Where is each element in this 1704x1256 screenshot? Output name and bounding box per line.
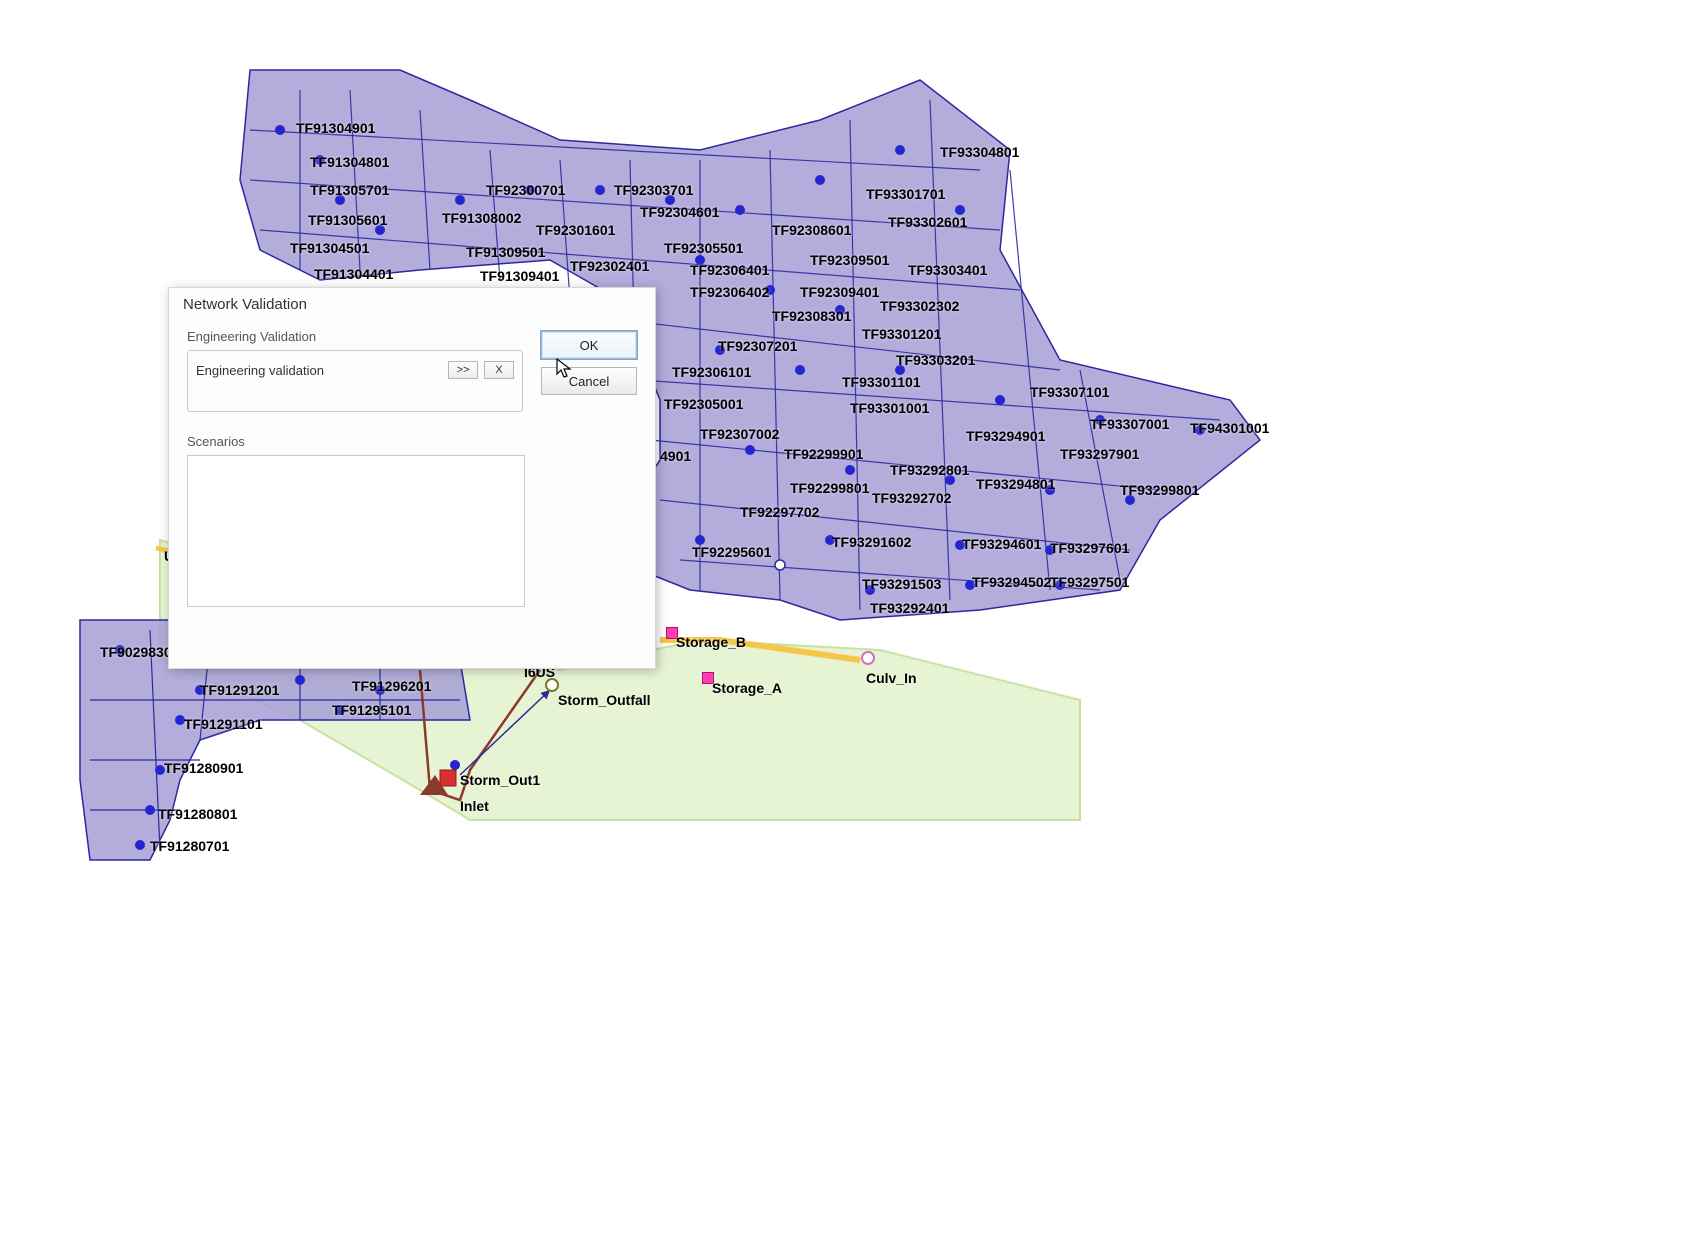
ok-button[interactable]: OK <box>541 331 637 359</box>
open-node <box>775 560 785 570</box>
storage-b-node <box>666 627 678 639</box>
engineering-validation-label: Engineering Validation <box>187 329 523 344</box>
scenarios-listbox[interactable] <box>187 455 525 607</box>
outfall-node <box>546 679 558 691</box>
culv-in-node <box>862 652 874 664</box>
cancel-button[interactable]: Cancel <box>541 367 637 395</box>
expand-button[interactable]: >> <box>448 361 478 379</box>
dialog-title: Network Validation <box>169 288 655 319</box>
scenarios-label: Scenarios <box>187 434 523 449</box>
network-validation-dialog: Network Validation Engineering Validatio… <box>168 287 656 669</box>
clear-button[interactable]: X <box>484 361 514 379</box>
engineering-validation-box: Engineering validation >> X <box>187 350 523 412</box>
storage-a-node <box>702 672 714 684</box>
engineering-validation-field[interactable]: Engineering validation <box>196 363 442 378</box>
